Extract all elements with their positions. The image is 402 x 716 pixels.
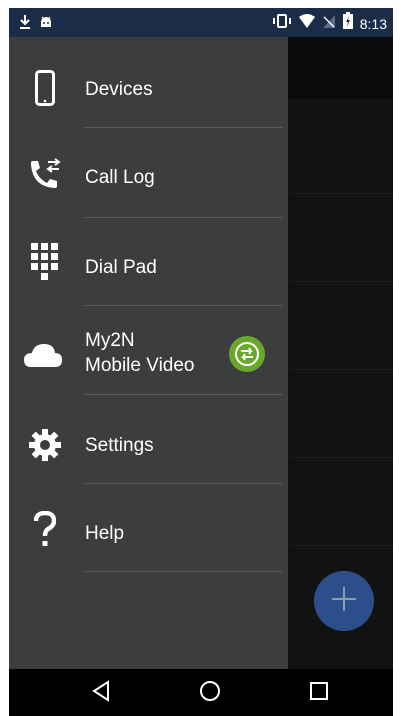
recents-button[interactable] — [299, 675, 339, 711]
drawer-divider — [85, 483, 282, 484]
drawer-divider — [85, 394, 282, 395]
drawer-divider — [85, 217, 282, 218]
add-fab-button[interactable] — [314, 571, 374, 631]
drawer-divider — [85, 305, 282, 306]
drawer-divider — [85, 571, 282, 572]
sync-badge-icon — [229, 336, 265, 372]
drawer-item-label-line1: My2N — [85, 330, 135, 351]
drawer-item-label: Dial Pad — [85, 257, 157, 278]
phone-device-icon — [27, 68, 63, 108]
recents-icon — [309, 681, 329, 706]
drawer-item-label: Call Log — [85, 167, 155, 188]
drawer-item-label: Devices — [85, 79, 153, 100]
drawer-item-my2n-mobile-video[interactable]: My2N Mobile Video — [9, 310, 288, 398]
drawer-item-settings[interactable]: Settings — [9, 399, 288, 487]
drawer-divider — [85, 127, 282, 128]
cloud-icon — [23, 335, 63, 375]
drawer-item-label-line2: Mobile Video — [85, 355, 195, 376]
download-icon — [19, 14, 31, 35]
navigation-drawer: Devices Call Log Dial Pad My2N Mobile Vi… — [9, 37, 288, 669]
question-icon — [27, 510, 63, 550]
drawer-item-dial-pad[interactable]: Dial Pad — [9, 222, 288, 310]
phone-screen: 8:13 Devices Call Log Dial Pad My2N Mobi… — [9, 8, 393, 716]
home-icon — [199, 680, 221, 707]
call-log-icon — [27, 155, 63, 195]
drawer-item-devices[interactable]: Devices — [9, 44, 288, 132]
app-row-divider — [289, 545, 393, 546]
status-bar: 8:13 — [9, 8, 393, 37]
app-row-divider — [289, 369, 393, 370]
app-row-divider — [289, 281, 393, 282]
back-icon — [91, 679, 111, 707]
plus-icon — [328, 583, 360, 620]
drawer-item-help[interactable]: Help — [9, 488, 288, 576]
status-left-icons — [19, 14, 53, 35]
gear-icon — [27, 425, 63, 465]
app-row-divider — [289, 457, 393, 458]
drawer-item-label: Help — [85, 523, 125, 544]
android-icon — [39, 15, 53, 34]
back-button[interactable] — [81, 675, 121, 711]
drawer-item-label: Settings — [85, 435, 154, 456]
dialpad-icon — [27, 242, 63, 282]
wifi-icon — [298, 13, 316, 34]
home-button[interactable] — [190, 675, 230, 711]
drawer-item-call-log[interactable]: Call Log — [9, 133, 288, 221]
system-nav-bar — [9, 669, 393, 716]
status-right-icons: 8:13 — [272, 12, 387, 35]
status-time: 8:13 — [359, 15, 387, 32]
battery-icon — [342, 12, 354, 35]
app-row-divider — [289, 193, 393, 194]
no-signal-icon — [322, 13, 336, 34]
vibrate-icon — [272, 13, 292, 34]
